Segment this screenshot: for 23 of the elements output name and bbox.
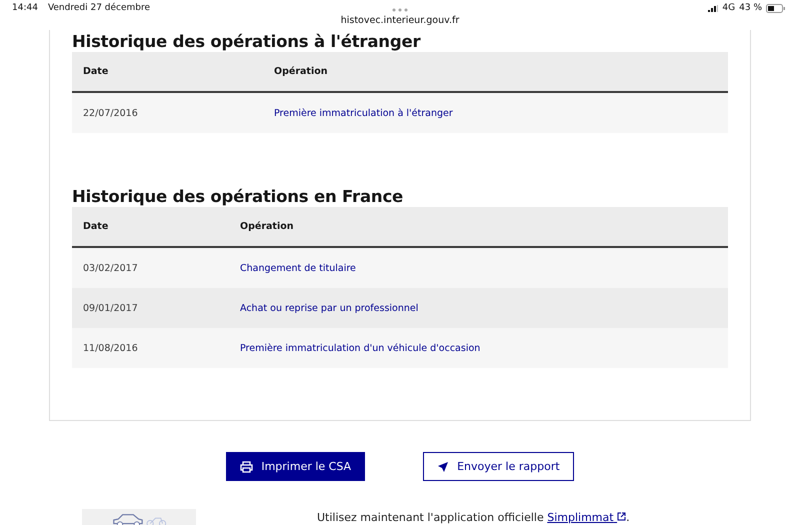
operation-link[interactable]: Changement de titulaire bbox=[229, 262, 728, 274]
promo-text: Utilisez maintenant l'application officielle Simplimmat . bbox=[317, 511, 630, 525]
column-header: Date bbox=[82, 66, 110, 77]
status-time: 14:44 bbox=[12, 3, 38, 13]
operation-link[interactable]: Achat ou reprise par un professionnel bbox=[229, 302, 728, 314]
send-button[interactable]: Envoyer le rapport bbox=[423, 452, 574, 481]
status-date: Vendredi 27 décembre bbox=[48, 3, 150, 13]
column-header: Date bbox=[82, 221, 110, 232]
column-header: Opération bbox=[273, 66, 329, 77]
network-label: 4G bbox=[722, 3, 736, 13]
battery-label: 43 % bbox=[739, 3, 762, 13]
operation-link[interactable]: Première immatriculation d'un véhicule d'occasion bbox=[229, 342, 728, 354]
print-button[interactable]: Imprimer le CSA bbox=[226, 452, 366, 481]
url-text[interactable]: histovec.interieur.gouv.fr bbox=[0, 15, 800, 26]
date-cell-text: 09/01/2017 bbox=[82, 302, 139, 314]
date-cell-text: 11/08/2016 bbox=[82, 342, 139, 354]
simplimmat-link[interactable]: Simplimmat bbox=[547, 511, 626, 524]
operation-link[interactable]: Première immatriculation à l'étranger bbox=[263, 108, 728, 118]
date-cell-text: 22/07/2016 bbox=[82, 108, 139, 118]
date-cell-text: 03/02/2017 bbox=[82, 262, 139, 274]
column-header: Opération bbox=[239, 221, 295, 232]
section-title: Historique des opérations à l'étranger bbox=[72, 32, 422, 52]
section-title: Historique des opérations en France bbox=[72, 187, 404, 207]
